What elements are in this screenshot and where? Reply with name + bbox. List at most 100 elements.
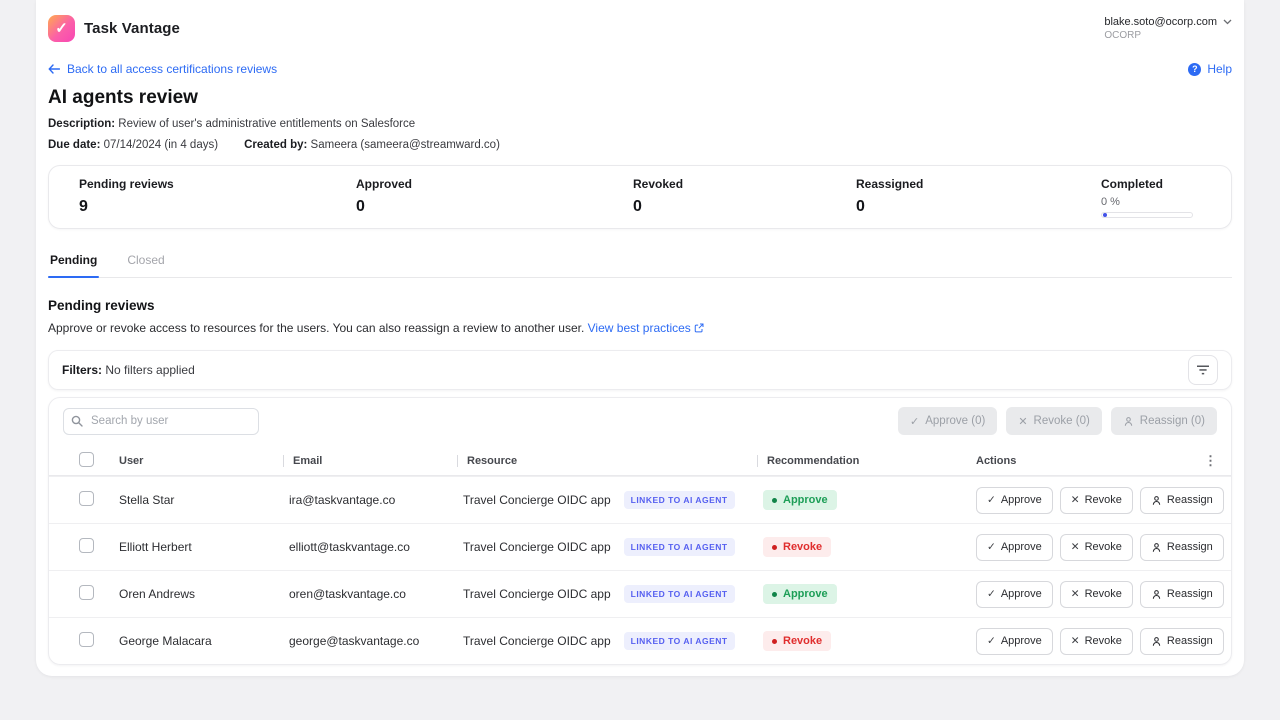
account-org: OCORP — [1104, 30, 1141, 41]
revoke-button[interactable]: ✕Revoke — [1060, 487, 1133, 514]
stat-revoked: Revoked 0 — [633, 177, 856, 218]
reassign-button[interactable]: Reassign — [1140, 487, 1224, 514]
page-title: AI agents review — [48, 87, 1232, 109]
table-row: Elliott Herbert elliott@taskvantage.co T… — [49, 523, 1231, 570]
stat-completed-value: 0 % — [1101, 196, 1231, 208]
brand-name: Task Vantage — [84, 20, 180, 37]
status-dot-icon — [772, 498, 777, 503]
back-link-label: Back to all access certifications review… — [67, 62, 277, 76]
reassign-button[interactable]: Reassign — [1140, 628, 1224, 655]
stat-approved: Approved 0 — [356, 177, 633, 218]
stat-pending-value: 9 — [79, 198, 356, 216]
description-value: Review of user's administrative entitlem… — [118, 118, 415, 130]
tab-closed[interactable]: Closed — [125, 253, 166, 277]
row-checkbox[interactable] — [79, 491, 94, 506]
back-link[interactable]: Back to all access certifications review… — [48, 62, 277, 76]
column-email: Email — [289, 455, 463, 467]
brand: ✓ Task Vantage — [48, 15, 180, 42]
revoke-button[interactable]: ✕Revoke — [1060, 628, 1133, 655]
reassign-button[interactable]: Reassign — [1140, 534, 1224, 561]
approve-button[interactable]: ✓Approve — [976, 628, 1053, 655]
column-resource: Resource — [463, 455, 763, 467]
x-icon: ✕ — [1071, 494, 1080, 506]
x-icon: ✕ — [1071, 635, 1080, 647]
recommendation-badge: Approve — [763, 584, 837, 604]
table-row: George Malacara george@taskvantage.co Tr… — [49, 617, 1231, 664]
linked-ai-agent-badge: LINKED TO AI AGENT — [624, 491, 735, 509]
table-header-row: User Email Resource Recommendation Actio… — [49, 446, 1231, 476]
review-meta: Due date: 07/14/2024 (in 4 days) Created… — [48, 139, 1232, 151]
check-icon: ✓ — [987, 494, 996, 506]
x-icon: ✕ — [1071, 588, 1080, 600]
column-recommendation: Recommendation — [763, 455, 966, 467]
back-arrow-icon — [48, 64, 60, 74]
x-icon: ✕ — [1071, 541, 1080, 553]
bulk-approve-button[interactable]: ✓ Approve (0) — [898, 407, 997, 435]
filter-button[interactable] — [1188, 355, 1218, 385]
linked-ai-agent-badge: LINKED TO AI AGENT — [624, 538, 735, 556]
description-label: Description: — [48, 118, 115, 130]
person-icon — [1151, 589, 1162, 600]
linked-ai-agent-badge: LINKED TO AI AGENT — [624, 585, 735, 603]
recommendation-badge: Approve — [763, 490, 837, 510]
check-icon: ✓ — [987, 541, 996, 553]
help-icon: ? — [1188, 63, 1201, 76]
help-link[interactable]: ? Help — [1188, 62, 1232, 76]
check-icon: ✓ — [987, 588, 996, 600]
person-icon — [1151, 495, 1162, 506]
stat-pending: Pending reviews 9 — [79, 177, 356, 218]
revoke-button[interactable]: ✕Revoke — [1060, 534, 1133, 561]
approve-button[interactable]: ✓Approve — [976, 534, 1053, 561]
stat-completed: Completed 0 % — [1101, 177, 1231, 218]
table-toolbar: ✓ Approve (0) ✕ Revoke (0) Reassign (0) — [49, 407, 1231, 435]
created-by-label: Created by: — [244, 139, 307, 151]
recommendation-badge: Revoke — [763, 631, 831, 651]
stats-card: Pending reviews 9 Approved 0 Revoked 0 R… — [48, 165, 1232, 229]
search-icon — [71, 415, 83, 427]
due-date-value: 07/14/2024 (in 4 days) — [104, 139, 218, 151]
nav-row: Back to all access certifications review… — [48, 62, 1232, 76]
kebab-menu-icon[interactable]: ⋮ — [1204, 454, 1217, 467]
row-checkbox[interactable] — [79, 632, 94, 647]
approve-button[interactable]: ✓Approve — [976, 487, 1053, 514]
recommendation-badge: Revoke — [763, 537, 831, 557]
person-icon — [1151, 542, 1162, 553]
filters-status: Filters: No filters applied — [62, 363, 195, 377]
column-user: User — [119, 455, 289, 467]
account-menu[interactable]: blake.soto@ocorp.com OCORP — [1104, 16, 1232, 41]
reviews-table-card: ✓ Approve (0) ✕ Revoke (0) Reassign (0) … — [48, 397, 1232, 665]
check-icon: ✓ — [987, 635, 996, 647]
user-name: Oren Andrews — [119, 587, 289, 601]
approve-button[interactable]: ✓Approve — [976, 581, 1053, 608]
search-input[interactable] — [63, 408, 259, 435]
select-all-checkbox[interactable] — [79, 452, 94, 467]
bulk-reassign-button[interactable]: Reassign (0) — [1111, 407, 1217, 435]
status-dot-icon — [772, 545, 777, 550]
stat-revoked-value: 0 — [633, 198, 856, 216]
stat-reassigned-value: 0 — [856, 198, 1101, 216]
filters-bar: Filters: No filters applied — [48, 350, 1232, 390]
filter-icon — [1197, 365, 1209, 375]
revoke-button[interactable]: ✕Revoke — [1060, 581, 1133, 608]
status-dot-icon — [772, 639, 777, 644]
column-divider — [457, 455, 458, 467]
tab-pending[interactable]: Pending — [48, 253, 99, 277]
resource-name: Travel Concierge OIDC app — [463, 540, 611, 554]
reassign-button[interactable]: Reassign — [1140, 581, 1224, 608]
stat-reassigned: Reassigned 0 — [856, 177, 1101, 218]
main-sheet: ✓ Task Vantage blake.soto@ocorp.com OCOR… — [36, 0, 1244, 676]
progress-dot — [1103, 213, 1107, 217]
person-icon — [1151, 636, 1162, 647]
user-email: ira@taskvantage.co — [289, 493, 463, 507]
view-best-practices-link[interactable]: View best practices — [588, 321, 704, 335]
row-checkbox[interactable] — [79, 538, 94, 553]
row-checkbox[interactable] — [79, 585, 94, 600]
table-row: Oren Andrews oren@taskvantage.co Travel … — [49, 570, 1231, 617]
column-divider — [283, 455, 284, 467]
user-email: oren@taskvantage.co — [289, 587, 463, 601]
linked-ai-agent-badge: LINKED TO AI AGENT — [624, 632, 735, 650]
user-email: elliott@taskvantage.co — [289, 540, 463, 554]
column-actions: Actions — [976, 455, 1199, 467]
bulk-revoke-button[interactable]: ✕ Revoke (0) — [1006, 407, 1101, 435]
user-name: Stella Star — [119, 493, 289, 507]
